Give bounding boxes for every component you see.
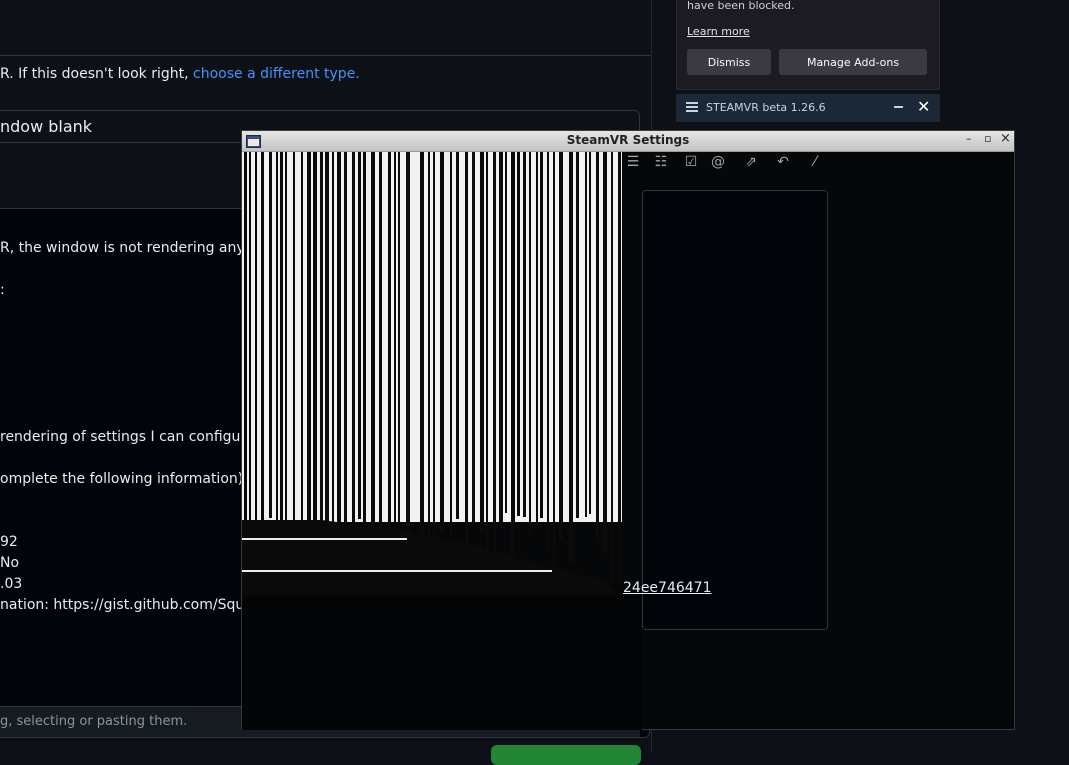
- issue-body-line: rendering of settings I can configure: [0, 429, 255, 445]
- issue-body-line: nation: https://gist.github.com/Squic: [0, 597, 256, 613]
- unordered-list-icon[interactable]: ☰: [624, 154, 642, 170]
- issue-title-value: ndow blank: [0, 117, 93, 136]
- learn-more-link[interactable]: Learn more: [687, 25, 750, 38]
- slash-command-icon[interactable]: ⁄: [806, 154, 824, 170]
- addons-blocked-notification: have been blocked. Learn more Dismiss Ma…: [676, 0, 940, 90]
- task-list-icon[interactable]: ☑: [682, 154, 700, 170]
- notification-text: have been blocked.: [687, 0, 795, 12]
- manage-addons-button[interactable]: Manage Add-ons: [779, 49, 927, 75]
- window-titlebar[interactable]: SteamVR Settings – ▫ ×: [242, 131, 1014, 152]
- issue-type-note: R. If this doesn't look right, choose a …: [0, 66, 360, 82]
- minimize-window-icon[interactable]: –: [966, 132, 972, 145]
- type-note-text: R. If this doesn't look right,: [0, 66, 189, 82]
- steamvr-version: STEAMVR beta 1.26.6: [706, 101, 826, 114]
- cross-reference-icon[interactable]: ⇗: [742, 154, 760, 170]
- issue-body-line: R, the window is not rendering anyth: [0, 240, 260, 256]
- issue-body-line: omplete the following information):*: [0, 471, 255, 487]
- issue-body-line: No: [0, 555, 20, 571]
- minimize-icon[interactable]: [894, 106, 903, 108]
- ordered-list-icon[interactable]: ☷: [652, 154, 670, 170]
- choose-type-link[interactable]: choose a different type.: [193, 66, 360, 82]
- menu-icon[interactable]: [686, 102, 698, 114]
- attach-hint-text: g, selecting or pasting them.: [0, 714, 188, 729]
- close-window-icon[interactable]: ×: [1000, 131, 1011, 146]
- steamvr-status-bar: STEAMVR beta 1.26.6 ✕: [676, 94, 940, 122]
- comment-preview-pane: [642, 190, 828, 630]
- glitched-render-floor: [242, 520, 622, 595]
- dismiss-button[interactable]: Dismiss: [687, 49, 771, 75]
- submit-issue-button[interactable]: [491, 745, 641, 765]
- close-icon[interactable]: ✕: [917, 97, 930, 116]
- maximize-window-icon[interactable]: ▫: [984, 132, 991, 145]
- divider: [0, 55, 651, 56]
- issue-body-line: 92: [0, 534, 18, 550]
- window-title: SteamVR Settings: [566, 133, 690, 147]
- settings-content-pane: [242, 596, 642, 730]
- mention-icon[interactable]: @: [709, 154, 727, 170]
- reply-icon[interactable]: ↶: [774, 154, 792, 170]
- issue-body-line: .03: [0, 576, 23, 592]
- issue-body-line: :: [0, 282, 5, 298]
- gist-hash[interactable]: 24ee746471: [623, 580, 711, 596]
